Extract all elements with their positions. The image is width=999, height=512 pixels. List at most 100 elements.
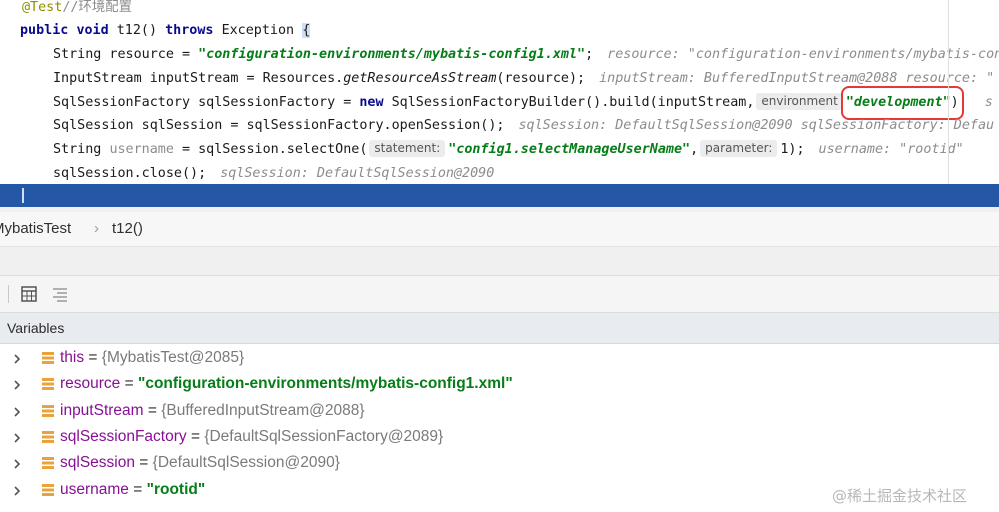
factory-decl: SqlSessionFactory sqlSessionFactory = — [53, 95, 360, 110]
parameter-value: 1); — [780, 142, 805, 157]
code-line-username: String username = sqlSession.selectOne(s… — [53, 138, 964, 162]
variable-name: sqlSession — [60, 454, 135, 472]
variable-value: {DefaultSqlSessionFactory@2089} — [204, 427, 444, 445]
resource-string: "configuration-environments/mybatis-conf… — [198, 47, 586, 62]
chevron-right-icon[interactable] — [12, 354, 22, 364]
inline-debug-hint-sqlsession: sqlSession: DefaultSqlSession@2090 sqlSe… — [518, 118, 995, 133]
inline-debug-hint-inputstream: inputStream: BufferedInputStream@2088 re… — [599, 71, 995, 86]
chevron-right-icon[interactable] — [12, 407, 22, 417]
variable-name: this — [60, 349, 85, 366]
variable-row[interactable]: sqlSessionFactory = {DefaultSqlSessionFa… — [0, 425, 999, 451]
resource-decl: String resource = — [53, 47, 199, 62]
field-icon — [42, 378, 54, 391]
close-paren: ) — [950, 95, 959, 110]
variable-row[interactable]: resource = "configuration-environments/m… — [0, 372, 999, 398]
inlay-hint-parameter: parameter: — [700, 140, 778, 157]
semicolon: ; — [585, 47, 594, 62]
code-line-sqlsession: SqlSession sqlSession = sqlSessionFactor… — [53, 114, 994, 138]
inline-debug-hint-factory: s — [984, 95, 993, 110]
chevron-right-icon[interactable] — [12, 485, 22, 496]
statement-string: "config1.selectManageUserName" — [448, 142, 691, 157]
chevron-right-icon[interactable] — [12, 380, 22, 390]
username-var: username — [109, 142, 174, 157]
right-margin-guide — [948, 0, 949, 184]
field-icon — [42, 404, 54, 417]
variable-value: {BufferedInputStream@2088} — [161, 401, 365, 419]
variable-equals: = — [186, 427, 205, 445]
variable-equals: = — [120, 375, 138, 393]
variable-name: inputStream — [60, 401, 144, 419]
comment-env-config: //环境配置 — [62, 0, 132, 15]
debugger-toolbar-top — [0, 247, 999, 276]
current-execution-line[interactable] — [0, 184, 999, 207]
collapse-view-icon[interactable] — [51, 285, 69, 303]
debugger-toolbar — [0, 276, 999, 313]
variable-text: sqlSession = {DefaultSqlSession@2090} — [60, 454, 340, 472]
call-args: (resource); — [496, 71, 586, 86]
highlighted-environment-box: "development") — [840, 86, 964, 120]
breadcrumb-class[interactable]: MybatisTest — [0, 220, 71, 237]
variable-value: "rootid" — [146, 480, 206, 498]
sqlsession-decl: SqlSession sqlSession = sqlSessionFactor… — [53, 118, 505, 133]
keyword-void: void — [76, 23, 109, 38]
variable-name: username — [60, 480, 129, 498]
toolbar-separator — [8, 285, 9, 303]
keyword-public: public — [20, 23, 69, 38]
table-view-icon[interactable] — [20, 285, 38, 303]
variable-text: this = {MybatisTest@2085} — [60, 349, 244, 367]
variable-name: resource — [60, 375, 121, 393]
code-line-resource: String resource = "configuration-environ… — [53, 43, 999, 67]
variables-title: Variables — [7, 320, 65, 336]
variable-equals: = — [84, 349, 102, 366]
comma: , — [690, 142, 699, 157]
text-caret — [22, 188, 24, 203]
builder-call: SqlSessionFactoryBuilder().build(inputSt… — [383, 95, 755, 110]
chevron-right-icon[interactable] — [12, 433, 22, 443]
environment-string: "development" — [845, 95, 951, 110]
static-method-call: getResourceAsStream — [343, 71, 497, 86]
code-line-annotation: @Test//环境配置 — [22, 0, 132, 20]
selectone-call: = sqlSession.selectOne( — [173, 142, 368, 157]
close-call: sqlSession.close(); — [53, 166, 207, 181]
inline-debug-hint-resource: resource: "configuration-environments/my… — [607, 47, 999, 62]
variable-text: inputStream = {BufferedInputStream@2088} — [60, 402, 365, 420]
code-line-method-signature: public void t12() throws Exception { — [20, 19, 311, 43]
breadcrumb: MybatisTest › t12() — [0, 212, 999, 247]
open-brace: { — [302, 23, 311, 38]
chevron-right-icon[interactable] — [12, 459, 22, 469]
variable-value: "configuration-environments/mybatis-conf… — [137, 375, 513, 393]
exception-type: Exception — [221, 23, 295, 38]
field-icon — [42, 457, 54, 470]
keyword-new: new — [359, 95, 384, 110]
variables-panel-header: Variables — [0, 313, 999, 344]
keyword-throws: throws — [165, 23, 214, 38]
variable-value: {MybatisTest@2085} — [101, 349, 245, 366]
field-icon — [42, 483, 54, 496]
breadcrumb-separator: › — [94, 220, 99, 237]
code-editor[interactable]: @Test//环境配置 public void t12() throws Exc… — [0, 0, 999, 212]
variable-equals: = — [128, 480, 147, 498]
annotation-test: @Test — [22, 0, 63, 15]
code-line-inputstream: InputStream inputStream = Resources.getR… — [53, 67, 994, 91]
field-icon — [42, 430, 54, 443]
variable-text: resource = "configuration-environments/m… — [60, 375, 513, 393]
inputstream-decl: InputStream inputStream = Resources. — [53, 71, 344, 86]
variable-row[interactable]: this = {MybatisTest@2085} — [0, 346, 999, 372]
inline-debug-hint-close: sqlSession: DefaultSqlSession@2090 — [220, 166, 495, 181]
inline-debug-hint-username: username: "rootid" — [818, 142, 964, 157]
variable-row[interactable]: inputStream = {BufferedInputStream@2088} — [0, 399, 999, 425]
inlay-hint-environment: environment — [756, 93, 843, 110]
field-icon — [42, 352, 54, 364]
method-name: t12() — [116, 23, 158, 38]
variable-value: {DefaultSqlSession@2090} — [152, 454, 340, 472]
username-type: String — [53, 142, 110, 157]
variable-equals: = — [134, 454, 153, 472]
code-line-sqlsessionfactory: SqlSessionFactory sqlSessionFactory = ne… — [53, 86, 993, 120]
code-line-close: sqlSession.close(); sqlSession: DefaultSq… — [53, 162, 494, 186]
variable-equals: = — [143, 401, 162, 419]
variable-text: username = "rootid" — [60, 481, 205, 499]
variable-text: sqlSessionFactory = {DefaultSqlSessionFa… — [60, 428, 443, 446]
breadcrumb-method[interactable]: t12() — [112, 220, 143, 237]
variable-row[interactable]: sqlSession = {DefaultSqlSession@2090} — [0, 451, 999, 477]
inlay-hint-statement: statement: — [369, 140, 446, 157]
